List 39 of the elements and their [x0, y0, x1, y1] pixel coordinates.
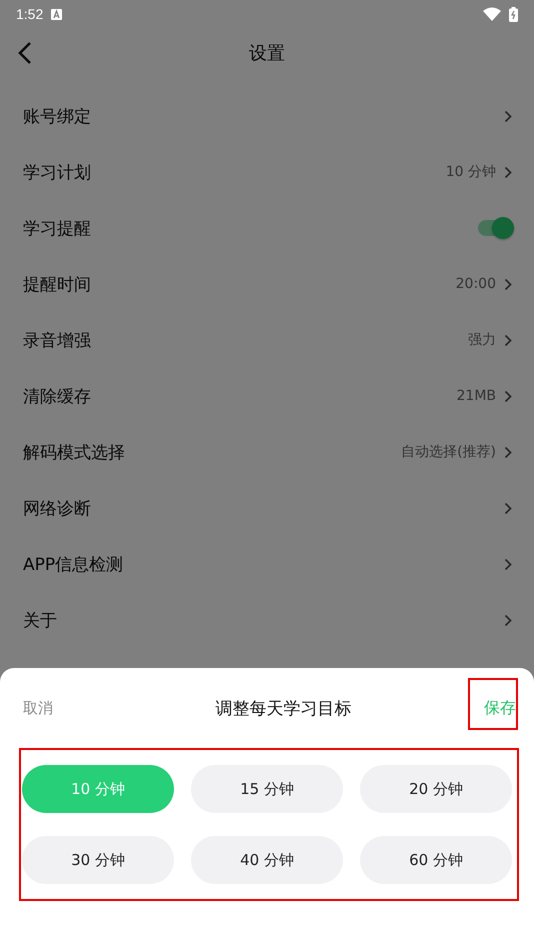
toggle-switch[interactable] — [478, 220, 512, 236]
setting-label[interactable]: 账号绑定 — [23, 104, 91, 128]
setting-label[interactable]: 关于 — [23, 608, 57, 632]
setting-label[interactable]: 网络诊断 — [23, 496, 91, 520]
setting-label[interactable]: APP信息检测 — [23, 552, 124, 576]
setting-label[interactable]: 清除缓存 — [23, 384, 91, 408]
chevron-icon[interactable] — [504, 502, 512, 514]
status-time: 1:52 — [16, 6, 44, 22]
setting-label[interactable]: 学习计划 — [23, 160, 91, 184]
chevron-icon[interactable] — [504, 446, 512, 458]
chevron-icon[interactable] — [504, 110, 512, 122]
setting-label[interactable]: 录音增强 — [23, 328, 91, 352]
cancel-button[interactable]: 取消 — [23, 698, 53, 718]
chevron-icon[interactable] — [504, 614, 512, 626]
page-title: 设置 — [249, 42, 285, 65]
setting-label[interactable]: 学习提醒 — [23, 216, 91, 240]
sheet-title: 调整每天学习目标 — [216, 698, 352, 720]
duration-option[interactable]: 20 分钟 — [360, 765, 512, 813]
duration-option[interactable]: 40 分钟 — [191, 836, 343, 884]
setting-value: 强力 — [468, 331, 496, 349]
setting-value: 自动选择(推荐) — [401, 443, 496, 461]
setting-value: 20:00 — [456, 276, 496, 292]
setting-value: 21MB — [456, 388, 496, 404]
duration-option[interactable]: 60 分钟 — [360, 836, 512, 884]
setting-label[interactable]: 提醒时间 — [23, 272, 91, 296]
chevron-icon[interactable] — [504, 390, 512, 402]
battery-icon — [509, 6, 518, 22]
setting-value: 10 分钟 — [446, 163, 496, 181]
chevron-icon[interactable] — [504, 166, 512, 178]
highlight-frame — [468, 678, 518, 730]
wifi-icon — [483, 7, 501, 21]
duration-option[interactable]: 15 分钟 — [191, 765, 343, 813]
chevron-icon[interactable] — [504, 558, 512, 570]
chevron-icon[interactable] — [504, 278, 512, 290]
notification-icon — [51, 8, 62, 20]
setting-label[interactable]: 解码模式选择 — [23, 440, 125, 464]
duration-option[interactable]: 30 分钟 — [22, 836, 174, 884]
back-icon[interactable] — [18, 41, 32, 65]
chevron-icon[interactable] — [504, 334, 512, 346]
